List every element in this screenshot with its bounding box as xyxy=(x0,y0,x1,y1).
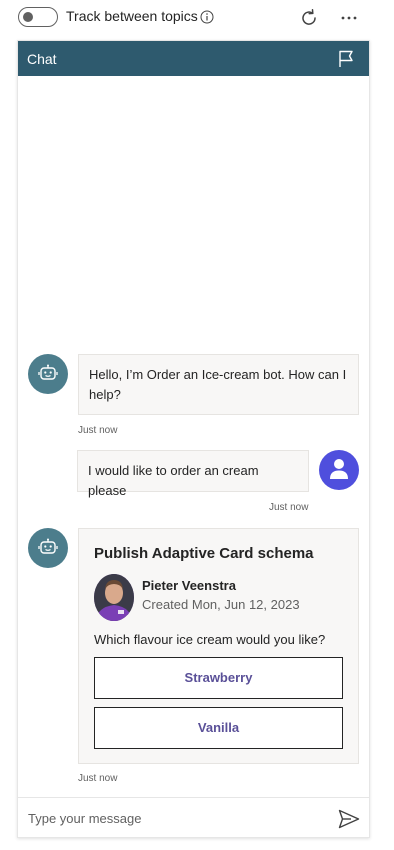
chat-header: Chat xyxy=(18,41,369,76)
user-message-text: I would like to order an cream please xyxy=(88,463,259,498)
author-name: Pieter Veenstra xyxy=(142,578,236,593)
user-icon xyxy=(330,459,348,479)
message-timestamp: Just now xyxy=(269,502,309,513)
vanilla-button[interactable]: Vanilla xyxy=(94,707,343,749)
strawberry-button[interactable]: Strawberry xyxy=(94,657,343,699)
card-question: Which flavour ice cream would you like? xyxy=(94,632,326,647)
bot-avatar xyxy=(28,528,68,568)
track-topics-label: Track between topics xyxy=(66,8,198,24)
refresh-icon[interactable] xyxy=(299,8,319,28)
message-input-bar xyxy=(18,797,369,837)
card-title: Publish Adaptive Card schema xyxy=(94,545,314,562)
bot-icon xyxy=(38,538,58,554)
message-input[interactable] xyxy=(28,808,318,828)
toggle-knob xyxy=(23,12,33,22)
flag-icon[interactable] xyxy=(338,50,355,68)
bot-icon xyxy=(38,364,58,380)
created-date: Created Mon, Jun 12, 2023 xyxy=(142,597,300,612)
chat-title: Chat xyxy=(27,51,57,67)
track-topics-toggle[interactable] xyxy=(18,7,58,27)
chat-panel: Chat Hello, I’m Order an Ice-cream bot. … xyxy=(17,40,370,838)
user-avatar xyxy=(319,450,359,490)
more-icon[interactable] xyxy=(339,8,359,28)
bot-avatar xyxy=(28,354,68,394)
toolbar: Track between topics xyxy=(0,0,394,36)
info-icon[interactable] xyxy=(200,10,214,24)
send-icon[interactable] xyxy=(338,809,360,829)
message-timestamp: Just now xyxy=(78,773,118,784)
user-message-bubble: I would like to order an cream please xyxy=(77,450,309,498)
adaptive-card: Publish Adaptive Card schema Pieter Veen… xyxy=(78,528,359,764)
bot-message-text: Hello, I’m Order an Ice-cream bot. How c… xyxy=(89,367,347,402)
bot-message-bubble: Hello, I’m Order an Ice-cream bot. How c… xyxy=(78,354,359,415)
message-timestamp: Just now xyxy=(78,425,118,436)
author-avatar xyxy=(94,574,134,621)
